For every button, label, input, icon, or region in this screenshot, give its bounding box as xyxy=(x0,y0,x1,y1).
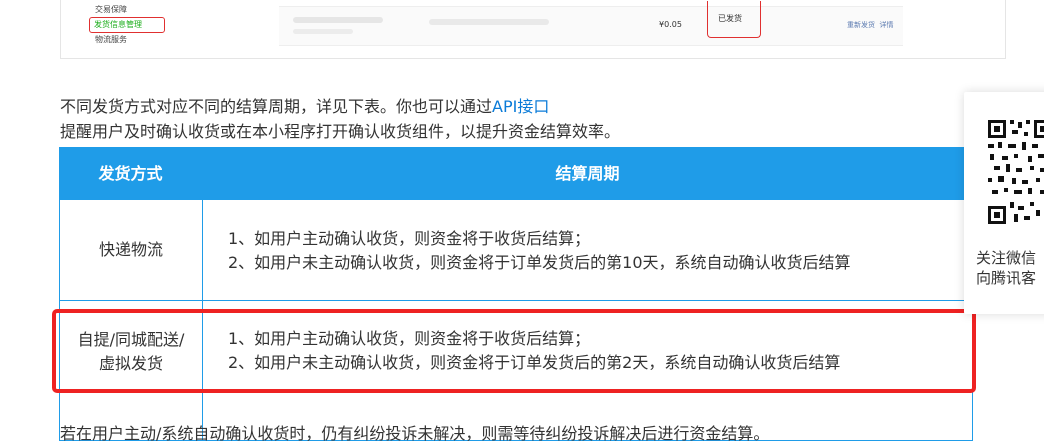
blurred-content xyxy=(293,17,383,23)
order-actions: 重新发货 详情 xyxy=(847,20,893,30)
follow-card-text: 关注微信 向腾讯客 xyxy=(976,248,1036,288)
follow-card[interactable]: 关注微信 向腾讯客 xyxy=(964,92,1044,314)
footer-note: 若在用户主动/系统自动确认收货时，仍有纠纷投诉未解决，则需等待纠纷投诉解决后进行… xyxy=(60,424,770,443)
blurred-content xyxy=(293,29,353,34)
sidebar-item-logistics: 物流服务 xyxy=(95,35,127,44)
api-link[interactable]: API接口 xyxy=(492,97,549,116)
follow-card-line-2: 向腾讯客 xyxy=(976,269,1037,287)
sidebar-item-trade-guarantee: 交易保障 xyxy=(95,5,127,14)
row-1-line-2: 2、如用户未主动确认收货，则资金将于订单发货后的第10天，系统自动确认收货后结算 xyxy=(228,253,851,272)
table-header: 发货方式 结算周期 xyxy=(59,147,973,200)
row-1-line-1: 1、如用户主动确认收货，则资金将于收货后结算； xyxy=(228,229,591,248)
screenshot-order-row: ¥0.05 已发货 重新发货 详情 xyxy=(279,1,903,46)
intro-line-2: 提醒用户及时确认收货或在本小程序打开确认收货组件，以提升资金结算效率。 xyxy=(60,122,621,141)
sidebar-item-shipping-info: 发货信息管理 xyxy=(89,17,165,33)
qr-code-icon xyxy=(986,118,1044,226)
detail-link: 详情 xyxy=(879,21,894,29)
row-divider xyxy=(60,300,972,301)
order-price: ¥0.05 xyxy=(659,20,682,29)
order-status: 已发货 xyxy=(707,1,761,38)
screenshot-sidebar: 交易保障 发货信息管理 物流服务 xyxy=(89,3,165,47)
blurred-content xyxy=(429,19,549,25)
follow-card-line-1: 关注微信 xyxy=(976,249,1037,267)
intro-line-1: 不同发货方式对应不同的结算周期，详见下表。你也可以通过API接口 xyxy=(60,93,549,117)
header-settlement-period: 结算周期 xyxy=(555,164,620,183)
reship-link: 重新发货 xyxy=(847,21,875,29)
embedded-screenshot: 交易保障 发货信息管理 物流服务 ¥0.05 已发货 重新发货 详情 xyxy=(60,0,1006,59)
header-shipping-method: 发货方式 xyxy=(98,164,163,183)
row-1-method: 快递物流 xyxy=(98,240,163,259)
intro-text: 不同发货方式对应不同的结算周期，详见下表。你也可以通过 xyxy=(60,97,493,116)
highlight-box xyxy=(52,309,976,393)
